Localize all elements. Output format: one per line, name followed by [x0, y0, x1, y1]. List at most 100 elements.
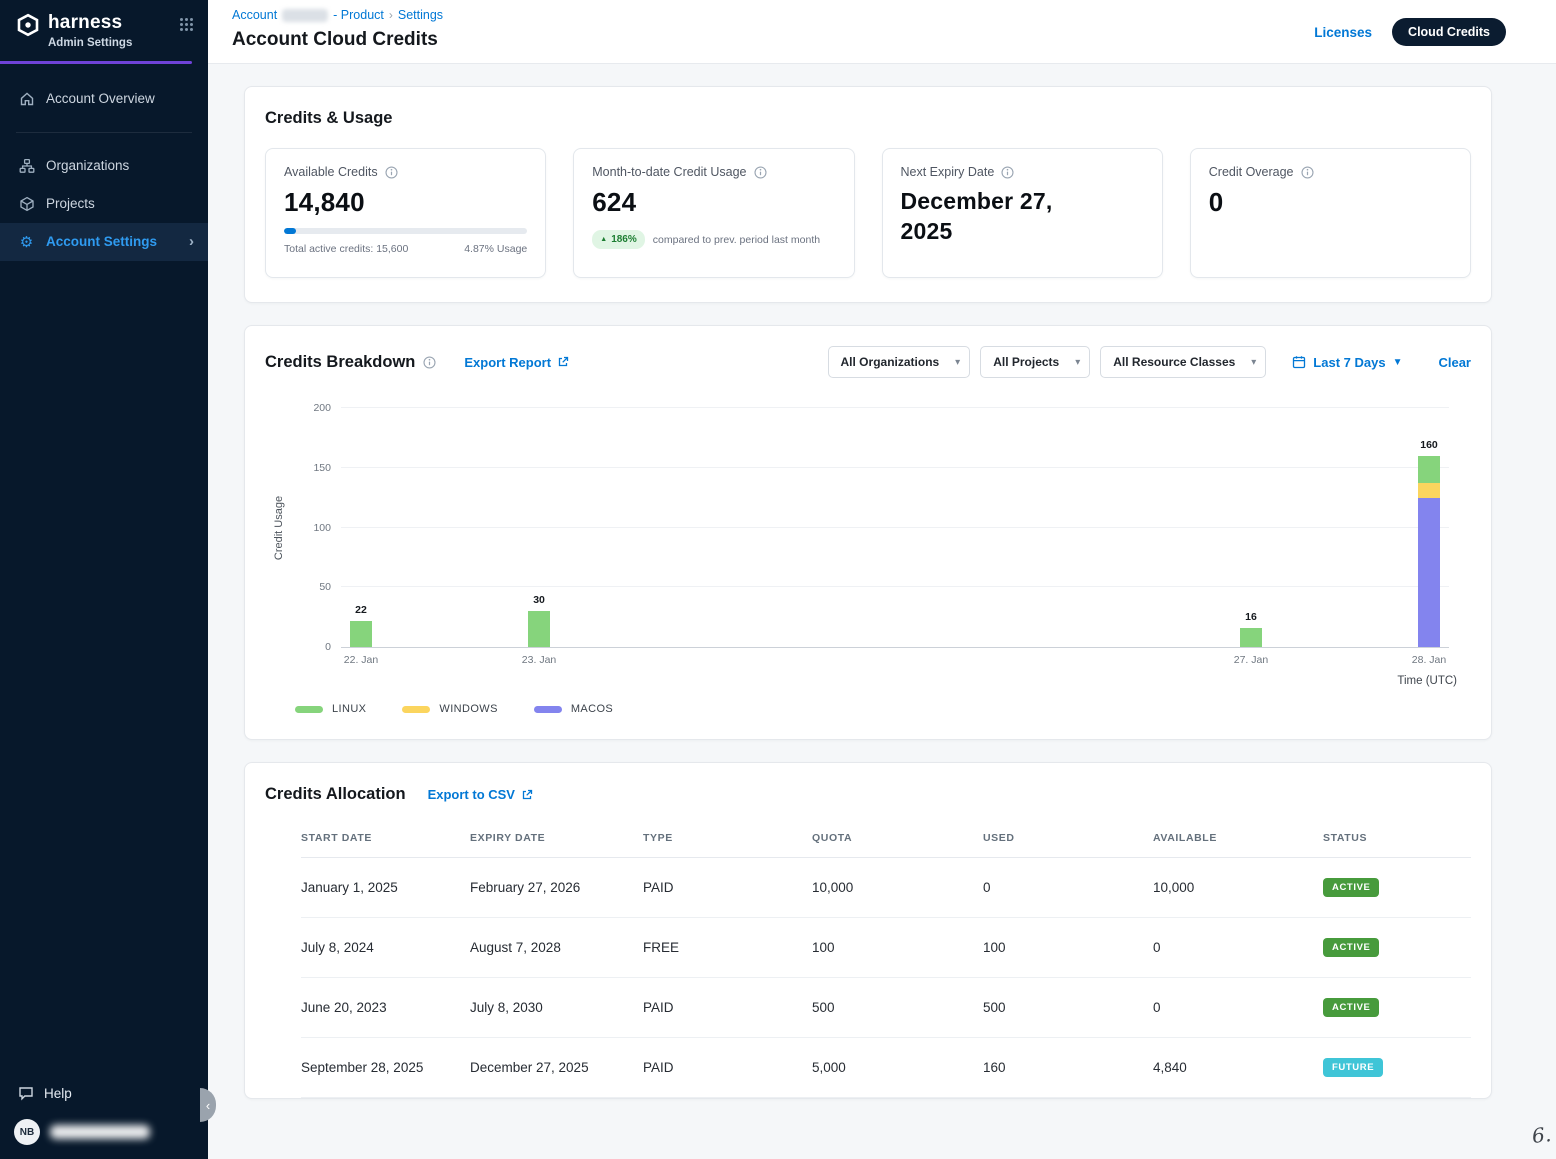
sidebar-header: harness Admin Settings: [0, 0, 208, 61]
table-row[interactable]: July 8, 2024 August 7, 2028 FREE 100 100…: [301, 918, 1471, 978]
status-badge: ACTIVE: [1323, 998, 1379, 1017]
usage-percent: 4.87% Usage: [464, 243, 527, 255]
breadcrumb-account[interactable]: Account: [232, 8, 277, 22]
breadcrumb-separator-icon: ›: [389, 8, 393, 22]
resource-classes-filter[interactable]: All Resource Classes▾: [1100, 346, 1266, 378]
sidebar-item-organizations[interactable]: Organizations: [0, 147, 208, 185]
redacted-account-name: [282, 9, 328, 22]
status-badge: ACTIVE: [1323, 938, 1379, 957]
admin-settings-label: Admin Settings: [48, 37, 132, 49]
status-badge: FUTURE: [1323, 1058, 1383, 1077]
gear-icon: ⚙: [18, 233, 35, 251]
credits-usage-title: Credits & Usage: [265, 109, 1471, 128]
windows-swatch: [402, 706, 430, 713]
info-icon[interactable]: [1001, 166, 1014, 179]
module-grid-icon[interactable]: [179, 17, 194, 32]
breadcrumb-product[interactable]: - Product: [333, 8, 384, 22]
external-link-icon: [557, 356, 569, 368]
sidebar-item-label: Organizations: [46, 158, 129, 173]
credits-usage-card: Credits & Usage Available Credits 14,840…: [244, 86, 1492, 303]
help-chat-icon: [18, 1085, 34, 1101]
export-csv-link[interactable]: Export to CSV: [428, 787, 533, 802]
mtd-usage-card: Month-to-date Credit Usage 624 ▲186% com…: [573, 148, 854, 278]
projects-filter[interactable]: All Projects▾: [980, 346, 1090, 378]
clear-filters-link[interactable]: Clear: [1438, 355, 1471, 370]
table-row[interactable]: June 20, 2023 July 8, 2030 PAID 500 500 …: [301, 978, 1471, 1038]
bar-segment-macos: [1418, 498, 1440, 647]
credit-overage-value: 0: [1209, 187, 1452, 218]
macos-swatch: [534, 706, 562, 713]
table-row[interactable]: January 1, 2025 February 27, 2026 PAID 1…: [301, 858, 1471, 918]
col-status: STATUS: [1323, 832, 1471, 844]
sidebar-item-account-overview[interactable]: Account Overview: [0, 80, 208, 118]
bar-segment-windows: [1418, 483, 1440, 497]
chevron-right-icon: ›: [189, 233, 194, 250]
x-tick-label: 22. Jan: [344, 654, 378, 666]
col-type: TYPE: [643, 832, 812, 844]
date-range-picker[interactable]: Last 7 Days ▼: [1292, 355, 1402, 370]
bar-value-label: 30: [533, 594, 545, 606]
organizations-filter[interactable]: All Organizations▾: [828, 346, 971, 378]
sidebar-item-account-settings[interactable]: ⚙ Account Settings ›: [0, 223, 208, 261]
y-axis-label: Credit Usage: [273, 496, 285, 560]
col-start-date: START DATE: [301, 832, 470, 844]
projects-icon: [18, 196, 35, 212]
next-expiry-card: Next Expiry Date December 27, 2025: [882, 148, 1163, 278]
next-expiry-label: Next Expiry Date: [901, 165, 995, 179]
info-icon[interactable]: [1301, 166, 1314, 179]
page-header: Account - Product › Settings Account Clo…: [208, 0, 1556, 64]
sidebar: harness Admin Settings Account Overview …: [0, 0, 208, 1159]
sidebar-accent-bar: [0, 61, 192, 64]
chevron-down-icon: ▾: [955, 357, 960, 368]
info-icon[interactable]: [385, 166, 398, 179]
credits-allocation-card: Credits Allocation Export to CSV START D…: [244, 762, 1492, 1099]
allocation-table: START DATE EXPIRY DATE TYPE QUOTA USED A…: [301, 832, 1471, 1098]
page-title: Account Cloud Credits: [232, 29, 443, 51]
bar-value-label: 160: [1420, 439, 1438, 451]
chevron-down-icon: ▾: [1075, 357, 1080, 368]
table-row[interactable]: September 28, 2025 December 27, 2025 PAI…: [301, 1038, 1471, 1098]
chart-plot-area: 050100150200 2222. Jan3023. Jan1627. Jan…: [341, 408, 1449, 648]
col-used: USED: [983, 832, 1153, 844]
avatar: NB: [14, 1119, 40, 1145]
credits-breakdown-title: Credits Breakdown: [265, 353, 415, 372]
credit-overage-card: Credit Overage 0: [1190, 148, 1471, 278]
available-credits-value: 14,840: [284, 187, 527, 218]
bar-23-Jan: [528, 408, 550, 647]
available-credits-label: Available Credits: [284, 165, 378, 179]
legend-item-linux[interactable]: LINUX: [295, 703, 366, 715]
sidebar-divider: [16, 132, 192, 133]
credits-progress-bar: [284, 228, 527, 234]
bar-segment-linux: [528, 611, 550, 647]
bar-segment-linux: [1418, 456, 1440, 483]
main-area: Account - Product › Settings Account Clo…: [208, 0, 1556, 1159]
mtd-usage-label: Month-to-date Credit Usage: [592, 165, 746, 179]
external-link-icon: [521, 789, 533, 801]
available-credits-card: Available Credits 14,840 Total active cr…: [265, 148, 546, 278]
credit-overage-label: Credit Overage: [1209, 165, 1294, 179]
sidebar-item-projects[interactable]: Projects: [0, 185, 208, 223]
chevron-down-icon: ▼: [1393, 357, 1403, 368]
calendar-icon: [1292, 355, 1306, 369]
col-available: AVAILABLE: [1153, 832, 1323, 844]
chevron-down-icon: ▾: [1251, 357, 1256, 368]
mtd-usage-value: 624: [592, 187, 835, 218]
bar-value-label: 16: [1245, 611, 1257, 623]
help-label: Help: [44, 1086, 72, 1101]
home-icon: [18, 91, 35, 107]
help-button[interactable]: Help: [0, 1075, 208, 1111]
redacted-username: [50, 1125, 150, 1139]
x-tick-label: 27. Jan: [1234, 654, 1268, 666]
user-profile-row[interactable]: NB: [0, 1111, 208, 1159]
handwritten-annotation: 6.: [1531, 1122, 1552, 1148]
licenses-link[interactable]: Licenses: [1314, 25, 1372, 40]
export-report-link[interactable]: Export Report: [464, 355, 569, 370]
caret-up-icon: ▲: [600, 236, 607, 243]
legend-item-windows[interactable]: WINDOWS: [402, 703, 497, 715]
next-expiry-value: December 27, 2025: [901, 187, 1091, 247]
cloud-credits-button[interactable]: Cloud Credits: [1392, 18, 1506, 46]
legend-item-macos[interactable]: MACOS: [534, 703, 613, 715]
breadcrumb-settings[interactable]: Settings: [398, 8, 443, 22]
info-icon[interactable]: [423, 356, 436, 369]
info-icon[interactable]: [754, 166, 767, 179]
